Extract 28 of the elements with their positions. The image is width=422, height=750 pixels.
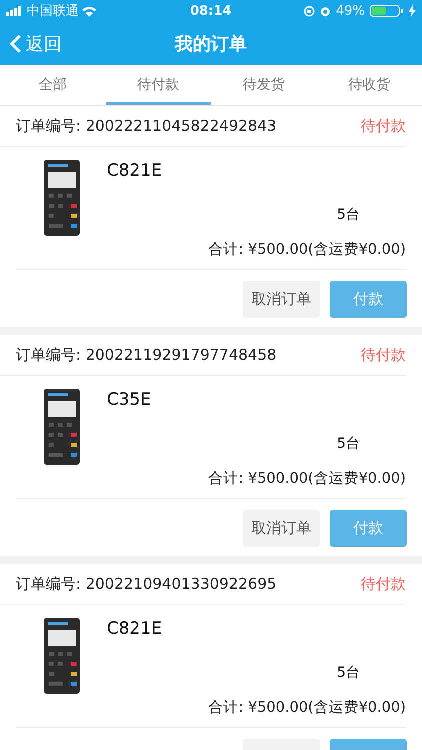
pay-button[interactable]: 付款 bbox=[330, 281, 407, 318]
product-name: C821E bbox=[107, 619, 162, 639]
page-title: 我的订单 bbox=[175, 32, 247, 56]
order-tab[interactable]: 待发货 bbox=[211, 65, 316, 105]
order-status: 待付款 bbox=[361, 346, 406, 364]
order-tab[interactable]: 全部 bbox=[0, 65, 106, 105]
order-total: 合计: ¥500.00(含运费¥0.00) bbox=[16, 696, 406, 728]
order-tab[interactable]: 待收货 bbox=[316, 65, 422, 105]
clock-time: 08:14 bbox=[190, 4, 232, 18]
pay-button[interactable]: 付款 bbox=[330, 510, 407, 547]
cancel-order-button[interactable]: 取消订单 bbox=[243, 281, 320, 318]
order-status: 待付款 bbox=[361, 116, 406, 136]
battery-percent: 49% bbox=[336, 4, 366, 18]
order-total: 合计: ¥500.00(含运费¥0.00) bbox=[16, 238, 406, 270]
product-name: C35E bbox=[107, 390, 152, 410]
order-number: 订单编号: 20022119291797748458 bbox=[16, 346, 277, 364]
order-total: 合计: ¥500.00(含运费¥0.00) bbox=[16, 467, 406, 499]
back-button[interactable]: 返回 bbox=[0, 32, 72, 56]
product-quantity: 5台 bbox=[337, 664, 360, 682]
order-tab[interactable]: 待付款 bbox=[106, 65, 211, 105]
product-quantity: 5台 bbox=[337, 435, 360, 453]
cancel-order-button[interactable]: 取消订单 bbox=[243, 510, 320, 547]
order-number: 订单编号: 20022211045822492843 bbox=[16, 116, 277, 136]
carrier-name: 中国联通 bbox=[27, 3, 79, 20]
product-quantity: 5台 bbox=[337, 206, 360, 224]
order-number: 订单编号: 20022109401330922695 bbox=[16, 574, 277, 594]
product-name: C821E bbox=[107, 161, 162, 181]
order-status: 待付款 bbox=[361, 574, 406, 594]
